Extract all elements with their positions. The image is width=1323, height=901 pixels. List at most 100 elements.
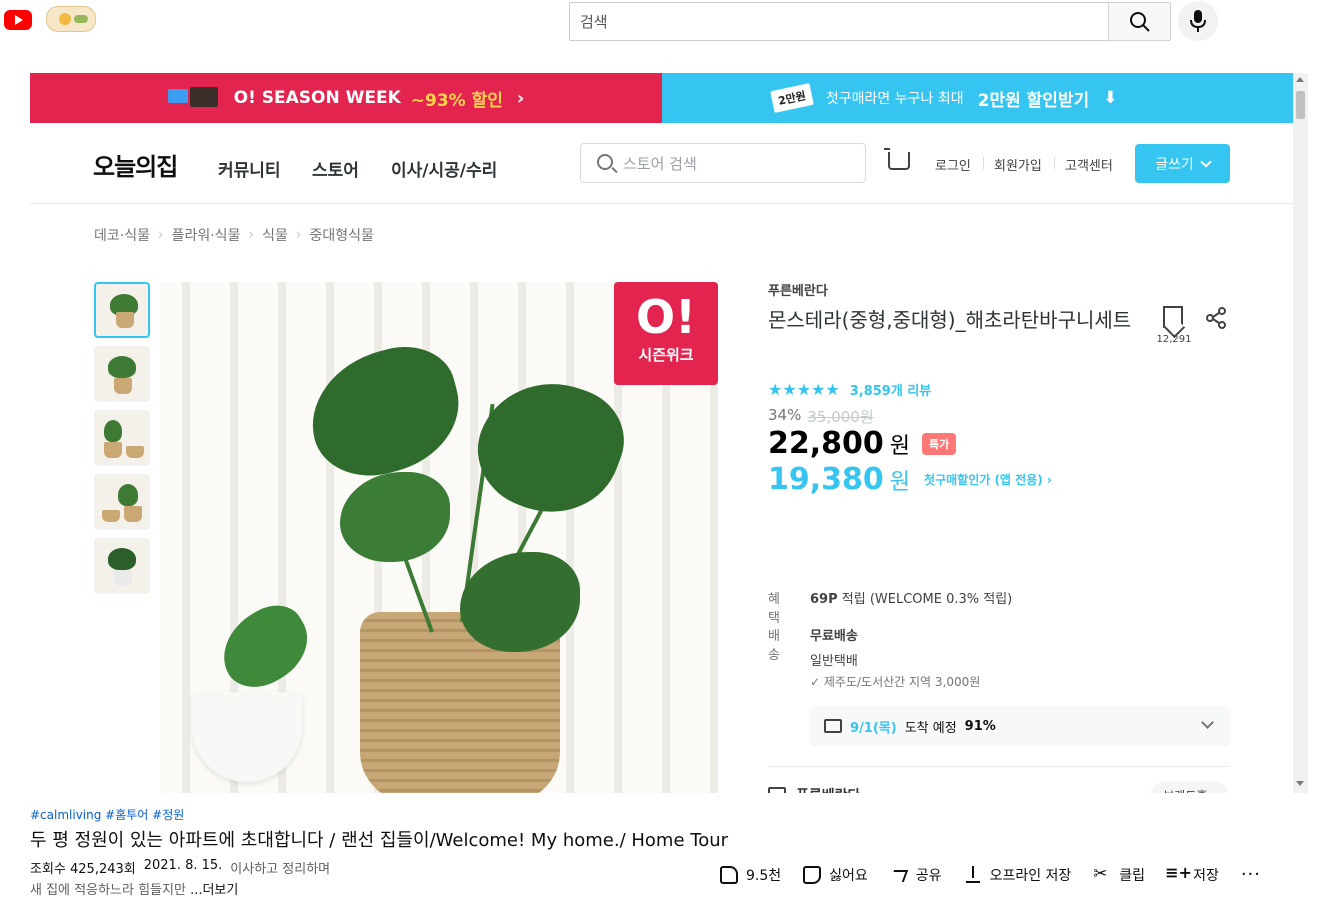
chevron-down-icon [1201,716,1214,729]
like-button[interactable]: 9.5천 [720,865,781,885]
write-button[interactable]: 글쓰기 [1135,144,1230,183]
scroll-up-icon[interactable] [1296,77,1304,82]
nav-moving-repair[interactable]: 이사/시공/수리 [391,156,497,181]
nav-divider [983,157,984,169]
arrival-percent: 91% [964,718,996,734]
first-purchase-currency: 원 [889,469,911,495]
video-title: 두 평 정원이 있는 아파트에 초대합니다 / 랜선 집들이/Welcome! … [30,830,729,851]
special-badge: 특가 [922,432,957,455]
breadcrumb-item[interactable]: 플라워·식물 [172,225,241,245]
benefit-value: 69P 적립 (WELCOME 0.3% 적립) [810,588,1012,626]
scrollbar-thumb[interactable] [1296,91,1305,119]
breadcrumb-item[interactable]: 식물 [262,225,288,245]
original-price: 35,000원 [807,408,874,426]
download-button[interactable]: 오프라인 저장 [964,865,1072,885]
more-actions-icon[interactable]: ··· [1241,864,1261,885]
share-icon [1206,307,1226,329]
arrival-date: 9/1(목) [850,720,897,736]
video-hashtags[interactable]: #calmliving #홈투어 #정원 [30,806,1300,823]
review-count-link[interactable]: 3,859개 리뷰 [850,380,932,399]
youtube-header: 검색 [0,0,1323,48]
scissors-icon [1093,864,1111,884]
cart-icon[interactable] [884,148,910,170]
product-rating: ★★★★★ 3,859개 리뷰 [768,380,931,399]
bookmark-button[interactable] [1161,306,1185,332]
video-actions: 9.5천 싫어요 공유 오프라인 저장 클립 저장 ··· [720,863,1261,885]
description-line: 새 집에 적응하느라 힘들지만 [30,883,186,898]
breadcrumb-item[interactable]: 데코·식물 [94,225,150,245]
thumbs-up-icon [720,865,738,884]
search-icon [1130,12,1150,32]
description-preview[interactable]: 새 집에 적응하느라 힘들지만 ...더보기 [30,879,238,898]
store-icon [768,787,786,793]
brand-store-name[interactable]: 푸른베란다 [796,785,860,793]
season-week-discount: ~93% 할인 [410,90,503,111]
save-button[interactable]: 저장 [1165,863,1219,885]
search-icon [597,154,613,170]
product-thumbnail[interactable] [94,538,150,594]
nav-store[interactable]: 스토어 [312,156,359,181]
show-more-link[interactable]: ...더보기 [190,883,238,898]
first-purchase-price-row: 19,380 원 첫구매할인가 (앱 전용) › [768,462,1052,497]
arrival-estimate-dropdown[interactable]: 9/1(목) 도착 예정 91% [810,706,1230,746]
page-scrollbar[interactable] [1293,73,1308,793]
dislike-button[interactable]: 싫어요 [803,865,868,885]
video-meta: #calmliving #홈투어 #정원 두 평 정원이 있는 아파트에 초대합… [30,806,1300,898]
dislike-label: 싫어요 [829,867,868,884]
description-line: 이사하고 정리하며 [230,862,331,877]
nav-community[interactable]: 커뮤니티 [218,156,281,181]
brand-store-row: 푸른베란다 브랜드홈 › [768,780,1230,793]
share-label: 공유 [915,867,942,884]
video-frame-store-page: O! SEASON WEEK ~93% 할인 › 2만원 첫구매라면 누구나 최… [30,73,1293,793]
store-search-input[interactable]: 스토어 검색 [580,143,866,183]
voice-search-button[interactable] [1178,1,1218,41]
breadcrumb: 데코·식물 › 플라워·식물 › 식물 › 중대형식물 [94,225,374,245]
youtube-doodle-icon[interactable] [46,6,96,32]
brand-home-button[interactable]: 브랜드홈 › [1151,781,1228,793]
delivery-box-icon [824,719,842,733]
product-thumbnail[interactable] [94,474,150,530]
first-purchase-price: 19,380 [768,462,884,497]
season-week-title: O! SEASON WEEK [233,88,401,108]
chevron-right-icon: › [516,87,525,109]
download-icon: ⬇ [1103,88,1118,108]
playlist-add-icon [1165,863,1192,884]
nav-divider [1054,157,1055,169]
clip-button[interactable]: 클립 [1093,864,1145,885]
share-arrow-icon [890,866,908,884]
benefit-text: 적립 (WELCOME 0.3% 적립) [841,592,1013,607]
season-gift-icon [167,85,224,111]
share-video-button[interactable]: 공유 [890,865,942,885]
mic-icon [1190,10,1206,32]
breadcrumb-item[interactable]: 중대형식물 [309,225,373,245]
thumbs-down-icon [803,865,822,884]
login-link[interactable]: 로그인 [935,155,971,174]
scroll-down-icon[interactable] [1296,781,1304,786]
product-thumbnail[interactable] [94,410,150,466]
product-info-panel: 푸른베란다 몬스테라(중형,중대형)_해초라탄바구니세트 12,291 ★★★★… [768,280,1230,793]
coupon-badge: 2만원 [770,83,814,113]
upload-date: 2021. 8. 15. [143,858,223,873]
benefit-points: 69P [810,592,838,607]
chevron-right-icon: › [295,227,302,243]
season-week-banner[interactable]: O! SEASON WEEK ~93% 할인 › [30,73,662,123]
rating-stars: ★★★★★ [768,380,840,399]
product-thumbnail[interactable] [94,346,150,402]
download-label: 오프라인 저장 [989,867,1072,884]
youtube-search-input[interactable]: 검색 [569,2,1108,41]
chevron-down-icon [1200,155,1212,168]
signup-link[interactable]: 회원가입 [994,155,1042,174]
store-search-placeholder: 스토어 검색 [623,154,697,173]
youtube-logo-icon[interactable] [4,10,32,30]
store-logo[interactable]: 오늘의집 [93,147,178,182]
product-brand[interactable]: 푸른베란다 [768,280,1230,299]
first-purchase-note[interactable]: 첫구매할인가 (앱 전용) › [924,471,1052,488]
bookmark-icon [1163,306,1183,328]
first-purchase-banner[interactable]: 2만원 첫구매라면 누구나 최대 2만원 할인받기 ⬇ ✕ [662,73,1293,123]
product-title: 몬스테라(중형,중대형)_해초라탄바구니세트 [768,308,1132,332]
youtube-search-button[interactable] [1108,2,1171,41]
product-thumbnails [94,282,150,602]
support-link[interactable]: 고객센터 [1065,155,1113,174]
product-thumbnail[interactable] [94,282,150,338]
share-button[interactable] [1204,306,1228,330]
